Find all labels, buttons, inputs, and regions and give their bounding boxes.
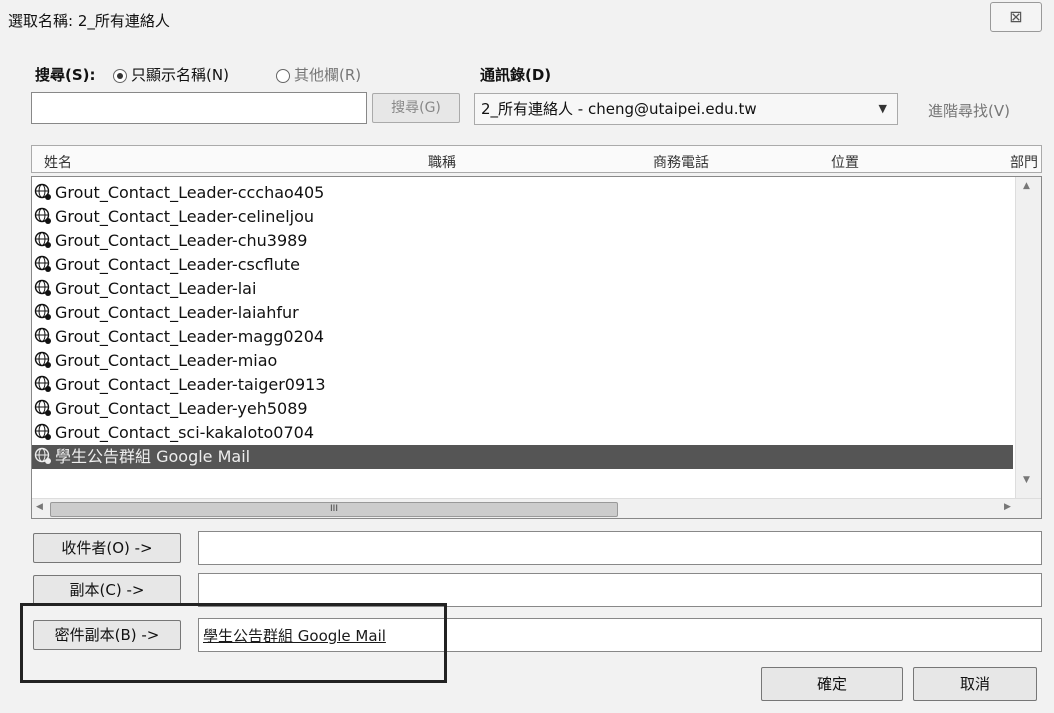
contact-group-icon: [34, 351, 52, 369]
scroll-up-icon[interactable]: ▲: [1023, 181, 1030, 191]
contact-name: Grout_Contact_Leader-cscflute: [55, 255, 300, 274]
contact-row[interactable]: Grout_Contact_sci-kakaloto0704: [32, 421, 314, 445]
contact-row[interactable]: Grout_Contact_Leader-taiger0913: [32, 373, 326, 397]
close-button[interactable]: ⊠: [990, 2, 1042, 32]
column-business-phone[interactable]: 商務電話: [653, 152, 709, 172]
search-input[interactable]: [31, 92, 367, 124]
contact-group-icon: [34, 207, 52, 225]
to-button[interactable]: 收件者(O) ->: [33, 533, 181, 563]
scroll-down-icon[interactable]: ▼: [1023, 475, 1030, 485]
radio-other-fields[interactable]: 其他欄(R): [276, 64, 361, 85]
scroll-left-icon[interactable]: ◀: [36, 502, 43, 512]
addressbook-select[interactable]: 2_所有連絡人 - cheng@utaipei.edu.tw ▼: [474, 93, 898, 125]
addressbook-label: 通訊錄(D): [480, 66, 552, 84]
contact-row[interactable]: Grout_Contact_Leader-laiahfur: [32, 301, 299, 325]
search-button[interactable]: 搜尋(G): [372, 93, 460, 123]
addressbook-selected: 2_所有連絡人 - cheng@utaipei.edu.tw: [481, 100, 757, 118]
contact-row[interactable]: Grout_Contact_Leader-cscflute: [32, 253, 300, 277]
contact-row[interactable]: Grout_Contact_Leader-yeh5089: [32, 397, 308, 421]
contact-name: Grout_Contact_sci-kakaloto0704: [55, 423, 315, 442]
contact-name: Grout_Contact_Leader-chu3989: [55, 231, 308, 250]
vertical-scrollbar[interactable]: ▲ ▼: [1015, 177, 1041, 500]
radio-unselected-icon: [276, 68, 290, 83]
contact-row[interactable]: Grout_Contact_Leader-miao: [32, 349, 277, 373]
contact-group-icon: [34, 423, 52, 441]
contact-group-icon: [34, 399, 52, 417]
column-department[interactable]: 部門: [1010, 152, 1038, 172]
contact-name: 學生公告群組 Google Mail: [55, 447, 251, 466]
chevron-down-icon: ▼: [878, 102, 887, 115]
cc-button[interactable]: 副本(C) ->: [33, 575, 181, 605]
contact-group-icon: [34, 231, 52, 249]
contact-name: Grout_Contact_Leader-taiger0913: [55, 375, 326, 394]
advanced-find-link[interactable]: 進階尋找(V): [928, 100, 1010, 121]
contact-row[interactable]: Grout_Contact_Leader-celineljou: [32, 205, 314, 229]
column-header: 姓名 職稱 商務電話 位置 部門: [31, 145, 1042, 173]
contact-group-icon: [34, 279, 52, 297]
column-title[interactable]: 職稱: [428, 152, 456, 172]
column-name[interactable]: 姓名: [44, 152, 72, 172]
contact-row[interactable]: Grout_Contact_Leader-lai: [32, 277, 256, 301]
contact-group-icon: [34, 447, 52, 465]
contact-group-icon: [34, 303, 52, 321]
horizontal-scrollbar[interactable]: ◀ III ▶: [32, 498, 1041, 518]
contact-group-icon: [34, 327, 52, 345]
cc-field[interactable]: [198, 573, 1042, 607]
contact-row[interactable]: 學生公告群組 Google Mail: [32, 445, 1013, 469]
column-location[interactable]: 位置: [831, 152, 859, 172]
highlight-annotation: [20, 603, 447, 683]
contact-name: Grout_Contact_Leader-yeh5089: [55, 399, 308, 418]
close-icon: ⊠: [1009, 7, 1023, 26]
contact-name: Grout_Contact_Leader-ccchao405: [55, 183, 325, 202]
contact-group-icon: [34, 255, 52, 273]
window-title: 選取名稱: 2_所有連絡人: [8, 12, 170, 30]
radio-selected-icon: [113, 68, 127, 83]
contact-name: Grout_Contact_Leader-magg0204: [55, 327, 325, 346]
to-field[interactable]: [198, 531, 1042, 565]
scroll-right-icon[interactable]: ▶: [1004, 502, 1011, 512]
cancel-button[interactable]: 取消: [913, 667, 1037, 701]
contact-row[interactable]: Grout_Contact_Leader-ccchao405: [32, 181, 324, 205]
contact-row[interactable]: Grout_Contact_Leader-magg0204: [32, 325, 324, 349]
search-label: 搜尋(S):: [35, 66, 96, 84]
contact-group-icon: [34, 183, 52, 201]
contact-name: Grout_Contact_Leader-lai: [55, 279, 257, 298]
contact-row[interactable]: Grout_Contact_Leader-chu3989: [32, 229, 307, 253]
contact-name: Grout_Contact_Leader-celineljou: [55, 207, 315, 226]
contact-list[interactable]: Grout_Contact_Leader-ccchao405 Grout_Cont…: [31, 176, 1042, 519]
contact-group-icon: [34, 375, 52, 393]
scroll-thumb[interactable]: III: [50, 502, 618, 517]
contact-name: Grout_Contact_Leader-miao: [55, 351, 278, 370]
radio-names-only[interactable]: 只顯示名稱(N): [113, 64, 229, 85]
ok-button[interactable]: 確定: [761, 667, 903, 701]
contact-name: Grout_Contact_Leader-laiahfur: [55, 303, 299, 322]
